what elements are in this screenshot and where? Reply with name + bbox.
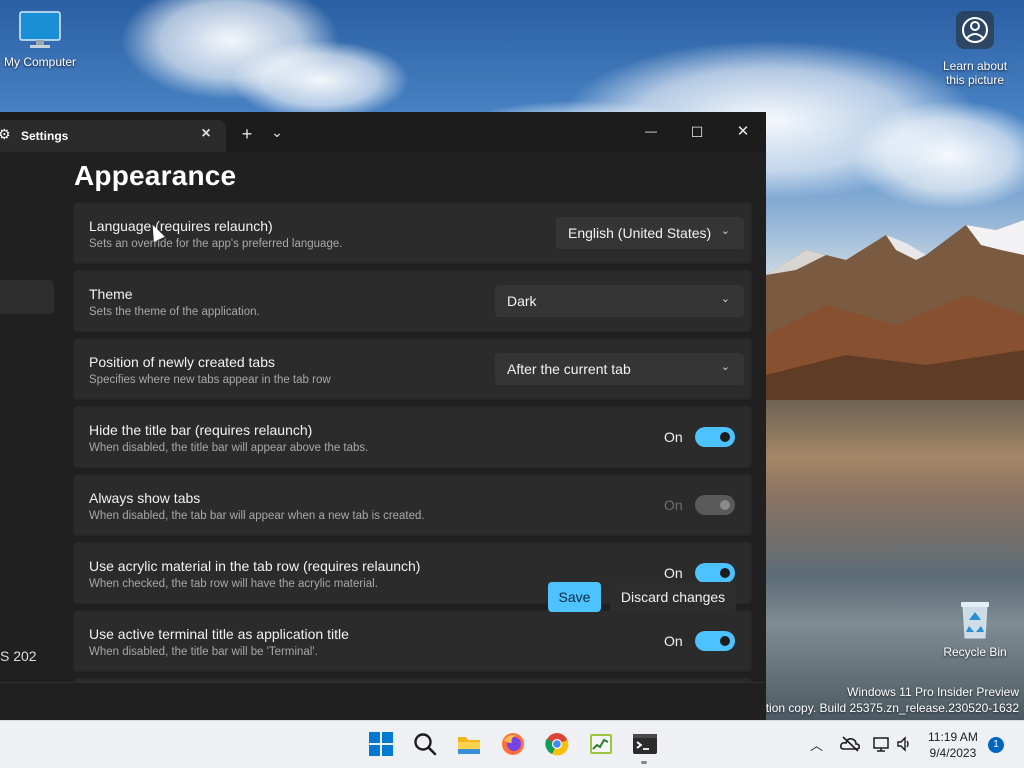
tab-dropdown-button[interactable]: ⌄ [267, 122, 287, 142]
new-tab-button[interactable]: + [237, 124, 257, 144]
setting-description: Sets the theme of the application. [89, 306, 260, 318]
settings-sidebar: S 202 [0, 152, 62, 720]
hide-title-bar-toggle[interactable] [695, 427, 735, 447]
dropdown-value: After the current tab [507, 361, 631, 377]
gear-icon: ⚙ [0, 126, 11, 142]
toggle-state-label: On [664, 429, 683, 445]
new-tab-position-dropdown[interactable]: After the current tab ⌄ [495, 353, 744, 385]
setting-hide-title-bar: Hide the title bar (requires relaunch) W… [73, 406, 752, 468]
setting-title: Always show tabs [89, 490, 201, 506]
acrylic-tab-row-toggle[interactable] [695, 563, 735, 583]
setting-title: Theme [89, 286, 133, 302]
setting-language: Language (requires relaunch) Sets an ove… [73, 202, 752, 264]
maximize-button[interactable]: ☐ [686, 122, 708, 142]
toggle-state-label: On [664, 497, 683, 513]
camera-info-icon [956, 11, 994, 49]
setting-description: When checked, the tab row will have the … [89, 578, 378, 590]
setting-title: Language (requires relaunch) [89, 218, 273, 234]
lake-reflection [766, 400, 1024, 720]
tab-settings[interactable]: ⚙ Settings × [0, 120, 226, 152]
close-tab-icon[interactable]: × [198, 126, 214, 142]
setting-theme: Theme Sets the theme of the application.… [73, 270, 752, 332]
recycle-bin-icon [961, 602, 989, 639]
taskbar: ︿ 11:19 AM 9/4/2023 1 [0, 720, 1024, 768]
toggle-state-label: On [664, 633, 683, 649]
setting-active-terminal-title: Use active terminal title as application… [73, 610, 752, 672]
desktop-icon-recycle-bin[interactable]: Recycle Bin [942, 596, 1008, 659]
setting-title: Hide the title bar (requires relaunch) [89, 422, 313, 438]
setting-title: Position of newly created tabs [89, 354, 275, 370]
always-show-tabs-toggle [695, 495, 735, 515]
setting-new-tab-position: Position of newly created tabs Specifies… [73, 338, 752, 400]
desktop-icon-my-computer[interactable]: My Computer [2, 10, 78, 69]
chevron-down-icon: ⌄ [720, 361, 730, 373]
network-icon[interactable] [872, 735, 892, 753]
settings-content: Appearance Language (requires relaunch) … [62, 152, 766, 720]
learn-label-line1: Learn about [942, 59, 1008, 73]
footer-bar [0, 682, 766, 720]
setting-description: When disabled, the tab bar will appear w… [89, 510, 425, 522]
chevron-down-icon: ⌄ [720, 293, 730, 305]
clock-date: 9/4/2023 [929, 746, 977, 760]
setting-description: When disabled, the title bar will be 'Te… [89, 646, 318, 658]
minimize-button[interactable]: — [640, 121, 662, 141]
clock-time: 11:19 AM [928, 730, 978, 744]
firefox-icon[interactable] [500, 731, 526, 757]
dropdown-value: English (United States) [568, 225, 712, 241]
setting-title: Use acrylic material in the tab row (req… [89, 558, 421, 574]
chevron-up-icon[interactable]: ︿ [810, 735, 823, 754]
terminal-icon[interactable] [632, 731, 658, 757]
terminal-settings-window: ⚙ Settings × + ⌄ — ☐ ✕ S 202 Appearance … [0, 112, 766, 720]
chrome-icon[interactable] [544, 731, 570, 757]
volume-icon[interactable] [896, 735, 914, 753]
desktop-icon-label: Recycle Bin [943, 645, 1007, 659]
chevron-down-icon: ⌄ [720, 225, 730, 237]
file-explorer-icon[interactable] [456, 731, 482, 757]
learn-label-line2: this picture [945, 73, 1005, 87]
notification-badge[interactable]: 1 [988, 737, 1004, 753]
active-terminal-title-toggle[interactable] [695, 631, 735, 651]
task-manager-icon[interactable] [588, 731, 614, 757]
theme-dropdown[interactable]: Dark ⌄ [495, 285, 744, 317]
language-dropdown[interactable]: English (United States) ⌄ [556, 217, 744, 249]
page-title: Appearance [74, 160, 237, 191]
windows-watermark-line1: Windows 11 Pro Insider Preview [847, 685, 1019, 699]
discard-changes-button[interactable]: Discard changes [610, 582, 736, 612]
setting-description: Sets an override for the app's preferred… [89, 238, 343, 250]
setting-description: When disabled, the title bar will appear… [89, 442, 369, 454]
sidebar-item-appearance[interactable] [0, 280, 54, 314]
tab-title: Settings [21, 129, 69, 143]
windows-watermark-line2: uation copy. Build 25375.zn_release.2305… [752, 701, 1019, 715]
start-button-icon[interactable] [368, 731, 394, 757]
search-icon[interactable] [412, 731, 438, 757]
active-app-indicator [641, 761, 647, 764]
setting-always-show-tabs: Always show tabs When disabled, the tab … [73, 474, 752, 536]
setting-description: Specifies where new tabs appear in the t… [89, 374, 331, 386]
taskbar-clock[interactable]: 11:19 AM 9/4/2023 [928, 729, 978, 761]
dropdown-value: Dark [507, 293, 537, 309]
desktop-icon-label: My Computer [3, 55, 77, 69]
title-bar[interactable]: ⚙ Settings × + ⌄ — ☐ ✕ [0, 112, 766, 152]
mountain-scenery [766, 220, 1024, 415]
setting-title: Use active terminal title as application… [89, 626, 349, 642]
save-button[interactable]: Save [548, 582, 601, 612]
desktop-icon-learn-about-picture[interactable]: Learn about this picture [938, 10, 1012, 87]
toggle-state-label: On [664, 565, 683, 581]
close-window-button[interactable]: ✕ [732, 122, 754, 142]
monitor-icon [19, 11, 61, 48]
onedrive-icon[interactable] [840, 735, 860, 753]
sidebar-clipped-label: S 202 [0, 648, 37, 664]
